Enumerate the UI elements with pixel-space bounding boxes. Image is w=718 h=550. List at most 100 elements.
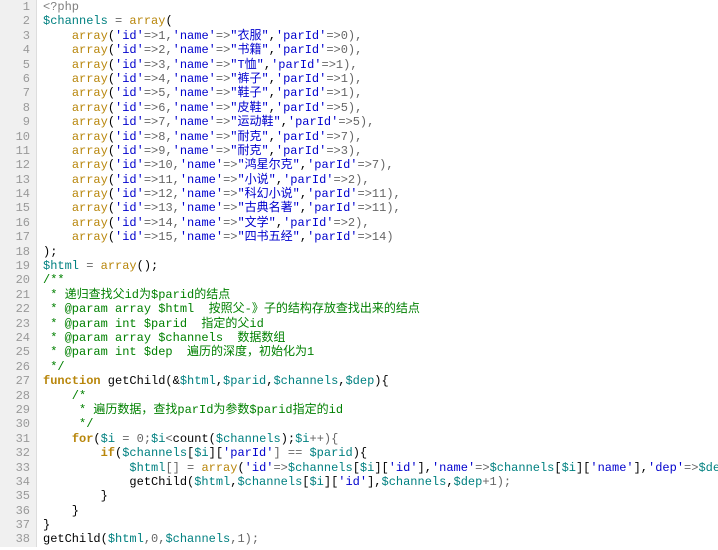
code-token: array — [72, 201, 108, 215]
code-token: $i — [194, 446, 208, 460]
code-line[interactable]: array('id'=>8,'name'=>"耐克",'parId'=>7), — [43, 130, 718, 144]
code-token: ( — [108, 43, 115, 57]
code-line[interactable]: * @param array $html 按照父-》子的结构存放查找出来的结点 — [43, 302, 718, 316]
code-line[interactable]: * @param int $parid 指定的父id — [43, 317, 718, 331]
code-token: =>8, — [144, 130, 173, 144]
code-line[interactable]: array('id'=>1,'name'=>"衣服",'parId'=>0), — [43, 29, 718, 43]
code-line[interactable]: $channels = array( — [43, 14, 718, 28]
code-line[interactable]: getChild($html,0,$channels,1); — [43, 532, 718, 546]
line-number-gutter: 1234567891011121314151617181920212223242… — [0, 0, 37, 547]
code-token: =>5), — [338, 115, 374, 129]
code-token: (); — [137, 259, 159, 273]
code-line[interactable]: ); — [43, 245, 718, 259]
line-number: 33 — [4, 461, 30, 475]
code-token: $dep — [454, 475, 483, 489]
code-token: ][ — [374, 461, 388, 475]
code-token: +1); — [482, 475, 511, 489]
code-token: $i — [151, 432, 165, 446]
code-line[interactable]: array('id'=>6,'name'=>"皮鞋",'parId'=>5), — [43, 101, 718, 115]
code-token: 'name' — [173, 58, 216, 72]
code-line[interactable]: array('id'=>3,'name'=>"T恤",'parId'=>1), — [43, 58, 718, 72]
code-line[interactable]: } — [43, 518, 718, 532]
code-token — [43, 201, 72, 215]
code-token: 'id' — [115, 43, 144, 57]
line-number: 21 — [4, 288, 30, 302]
line-number: 25 — [4, 345, 30, 359]
code-line[interactable]: getChild($html,$channels[$i]['id'],$chan… — [43, 475, 718, 489]
code-token: =>7), — [326, 130, 362, 144]
line-number: 6 — [4, 72, 30, 86]
code-token: 'id' — [115, 173, 144, 187]
code-line[interactable]: array('id'=>14,'name'=>"文学",'parId'=>2), — [43, 216, 718, 230]
code-line[interactable]: } — [43, 489, 718, 503]
code-token: =>5), — [326, 101, 362, 115]
code-token: => — [216, 115, 230, 129]
code-token: "运动鞋" — [230, 115, 280, 129]
code-line[interactable]: array('id'=>5,'name'=>"鞋子",'parId'=>1), — [43, 86, 718, 100]
code-line[interactable]: * 遍历数据，查找parId为参数$parid指定的id — [43, 403, 718, 417]
code-token: "书籍" — [230, 43, 268, 57]
code-token: } — [43, 518, 50, 532]
code-editor-content[interactable]: <?php$channels = array( array('id'=>1,'n… — [37, 0, 718, 547]
code-token: 'id' — [115, 101, 144, 115]
code-token: , — [269, 29, 276, 43]
code-token: for — [72, 432, 94, 446]
code-token: 'name' — [173, 72, 216, 86]
code-token: ], — [634, 461, 648, 475]
code-token: $i — [360, 461, 374, 475]
code-token: "小说" — [237, 173, 275, 187]
line-number: 34 — [4, 475, 30, 489]
code-line[interactable]: array('id'=>10,'name'=>"鸿星尔克",'parId'=>7… — [43, 158, 718, 172]
code-token: 'id' — [115, 187, 144, 201]
code-token: array — [72, 130, 108, 144]
code-token: ], — [367, 475, 381, 489]
code-token: 'name' — [173, 43, 216, 57]
code-line[interactable]: /** — [43, 273, 718, 287]
code-token: =>3), — [326, 144, 362, 158]
code-line[interactable]: } — [43, 504, 718, 518]
code-token: =>14, — [144, 216, 180, 230]
code-line[interactable]: array('id'=>9,'name'=>"耐克",'parId'=>3), — [43, 144, 718, 158]
code-line[interactable]: array('id'=>4,'name'=>"裤子",'parId'=>1), — [43, 72, 718, 86]
code-line[interactable]: * @param int $dep 遍历的深度，初始化为1 — [43, 345, 718, 359]
code-token: 'name' — [173, 101, 216, 115]
code-line[interactable]: array('id'=>7,'name'=>"运动鞋",'parId'=>5), — [43, 115, 718, 129]
code-line[interactable]: <?php — [43, 0, 718, 14]
code-token: "古典名著" — [237, 201, 299, 215]
code-token: =>2), — [334, 173, 370, 187]
code-token: , — [300, 201, 307, 215]
code-token: function — [43, 374, 101, 388]
code-line[interactable]: array('id'=>2,'name'=>"书籍",'parId'=>0), — [43, 43, 718, 57]
code-line[interactable]: */ — [43, 417, 718, 431]
code-token: ); — [43, 245, 57, 259]
code-line[interactable]: /* — [43, 389, 718, 403]
line-number: 32 — [4, 446, 30, 460]
line-number: 14 — [4, 187, 30, 201]
code-line[interactable]: array('id'=>11,'name'=>"小说",'parId'=>2), — [43, 173, 718, 187]
code-line[interactable]: array('id'=>12,'name'=>"科幻小说",'parId'=>1… — [43, 187, 718, 201]
code-token: 'id' — [115, 115, 144, 129]
code-line[interactable]: */ — [43, 360, 718, 374]
code-line[interactable]: function getChild(&$html,$parid,$channel… — [43, 374, 718, 388]
line-number: 13 — [4, 173, 30, 187]
code-line[interactable]: * 递归查找父id为$parid的结点 — [43, 288, 718, 302]
code-line[interactable]: * @param array $channels 数据数组 — [43, 331, 718, 345]
code-line[interactable]: for($i = 0;$i<count($channels);$i++){ — [43, 432, 718, 446]
code-token: =>0), — [326, 43, 362, 57]
code-token: => — [216, 86, 230, 100]
code-line[interactable]: if($channels[$i]['parId'] == $parid){ — [43, 446, 718, 460]
code-token — [43, 29, 72, 43]
code-token — [43, 461, 129, 475]
code-token — [43, 43, 72, 57]
code-line[interactable]: $html = array(); — [43, 259, 718, 273]
line-number: 24 — [4, 331, 30, 345]
code-line[interactable]: array('id'=>13,'name'=>"古典名著",'parId'=>1… — [43, 201, 718, 215]
code-token: 'name' — [173, 29, 216, 43]
code-token: $html — [43, 259, 79, 273]
line-number: 22 — [4, 302, 30, 316]
code-token: array — [129, 14, 165, 28]
code-token: array — [72, 58, 108, 72]
code-token: */ — [43, 360, 65, 374]
code-line[interactable]: array('id'=>15,'name'=>"四书五经",'parId'=>1… — [43, 230, 718, 244]
code-line[interactable]: $html[] = array('id'=>$channels[$i]['id'… — [43, 461, 718, 475]
